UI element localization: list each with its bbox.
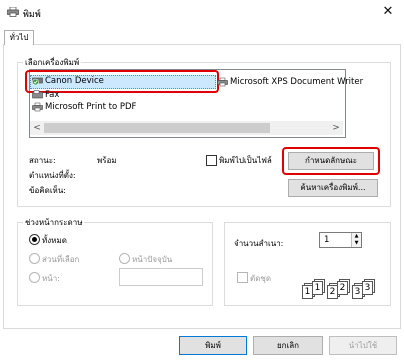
page-range-group-title: ช่วงหน้ากระดาษ: [23, 216, 85, 229]
preferences-callout: [282, 147, 380, 175]
printer-icon: [32, 102, 43, 112]
printer-name: Microsoft XPS Document Writer: [230, 77, 364, 87]
status-value: พร้อม: [97, 156, 117, 165]
chevron-down-icon[interactable]: ▼: [352, 240, 361, 247]
print-to-file-checkbox[interactable]: [206, 155, 217, 166]
copies-value: 1: [324, 235, 330, 245]
printer-item-pdf[interactable]: Microsoft Print to PDF: [32, 101, 136, 113]
printer-icon: [217, 77, 228, 87]
scrollbar-thumb[interactable]: [44, 123, 270, 133]
page-range-current-label: หน้าปัจจุบัน: [132, 255, 173, 264]
print-button[interactable]: พิมพ์: [179, 336, 247, 355]
page-range-pages-radio[interactable]: [29, 272, 40, 283]
printer-icon: [7, 7, 19, 17]
copies-input[interactable]: 1 ▲ ▼: [319, 232, 362, 248]
printer-name: Fax: [45, 90, 60, 100]
collate-page: 3: [362, 281, 373, 295]
comment-label: ข้อคิดเห็น:: [29, 186, 66, 195]
location-label: ตำแหน่งที่ตั้ง:: [29, 171, 76, 180]
window-title: พิมพ์: [23, 10, 41, 20]
printer-item-fax[interactable]: Fax: [32, 89, 59, 101]
page-range-all-label: ทั้งหมด: [42, 236, 67, 245]
print-to-file-label: พิมพ์ไปเป็นไฟล์: [219, 156, 272, 165]
tab-general[interactable]: ทั่วไป: [4, 30, 34, 45]
copies-stepper[interactable]: ▲ ▼: [351, 233, 361, 247]
page-range-pages-label: หน้า:: [42, 274, 60, 283]
printer-item-canon-label-row: Canon Device: [32, 75, 104, 87]
printer-name: Canon Device: [45, 76, 104, 86]
close-icon[interactable]: ✕: [380, 4, 396, 20]
page-range-selection-radio[interactable]: [29, 253, 40, 264]
printer-item-xps[interactable]: Microsoft XPS Document Writer: [217, 76, 363, 88]
page-range-current-radio[interactable]: [119, 253, 130, 264]
printer-name: Microsoft Print to PDF: [45, 102, 137, 112]
collate-checkbox[interactable]: [237, 272, 248, 283]
title-bar: [0, 0, 404, 24]
copies-label: จำนวนสำเนา:: [234, 239, 284, 248]
scroll-left-icon[interactable]: <: [31, 122, 43, 134]
status-label: สถานะ:: [29, 156, 56, 165]
collate-page: 1: [312, 281, 323, 295]
default-printer-icon: [32, 76, 43, 86]
chevron-up-icon[interactable]: ▲: [352, 233, 361, 240]
cancel-button[interactable]: ยกเลิก: [253, 336, 323, 355]
collate-illustration: 1 1 2 2 3 3: [302, 279, 373, 299]
page-range-selection-label: ส่วนที่เลือก: [42, 255, 80, 264]
apply-button[interactable]: นำไปใช้: [329, 336, 397, 355]
page-range-all-radio[interactable]: [29, 234, 40, 245]
scroll-right-icon[interactable]: >: [330, 122, 342, 134]
select-printer-group-title: เลือกเครื่องพิมพ์: [23, 56, 82, 69]
collate-label: ตัดชุด: [250, 274, 272, 283]
pages-input[interactable]: [119, 268, 203, 286]
fax-icon: [32, 90, 43, 99]
collate-page: 2: [337, 281, 348, 295]
find-printer-button[interactable]: ค้นหาเครื่องพิมพ์...: [288, 179, 378, 197]
